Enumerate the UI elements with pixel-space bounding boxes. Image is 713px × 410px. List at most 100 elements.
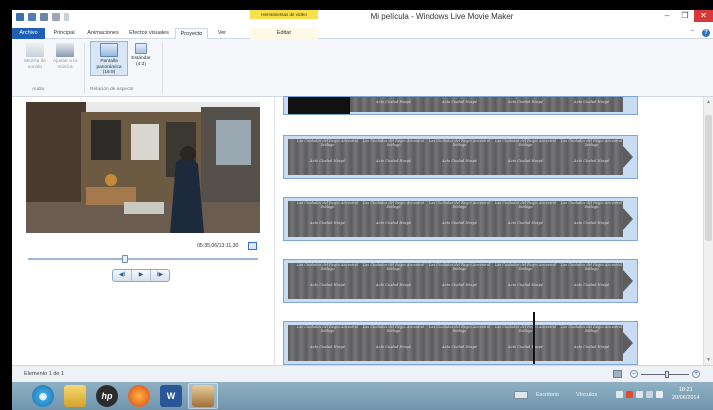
- fit-to-music-icon: [56, 43, 74, 57]
- system-tray: Escritorio Vínculos 18:21 20/06/2014: [512, 382, 713, 410]
- clip-caption: Las Ciudades del Regio Ancestral Diálogo: [560, 139, 623, 148]
- tab-archivo[interactable]: Archivo: [12, 28, 45, 39]
- hp-icon[interactable]: hp: [96, 385, 118, 407]
- clip-caption: Acto Ciudad Hospé: [573, 159, 610, 163]
- tab-ver[interactable]: Ver: [212, 28, 232, 39]
- help-icon[interactable]: ?: [702, 29, 710, 37]
- collapse-ribbon-icon[interactable]: ⌃: [690, 29, 695, 36]
- clip-caption: Las Ciudades del Regio Ancestral Diálogo: [428, 325, 491, 334]
- clip-caption: Las Ciudades del Regio Ancestral Diálogo: [296, 201, 359, 210]
- widescreen-button[interactable]: Pantalla panorámica (16:9): [91, 43, 127, 76]
- zoom-slider-thumb[interactable]: [665, 371, 670, 378]
- storyboard-view-icon[interactable]: [613, 370, 622, 378]
- tab-efectos-visuales[interactable]: Efectos visuales: [126, 28, 172, 39]
- clock-time: 18:21: [678, 387, 693, 393]
- clock-date: 20/06/2014: [672, 395, 700, 401]
- vertical-scrollbar[interactable]: ▲ ▼: [703, 97, 713, 365]
- clip-caption: Acto Ciudad Hospé: [441, 283, 478, 287]
- clip-caption: Acto Ciudad Hospé: [507, 159, 544, 163]
- ribbon-tabs: Archivo Principal Animaciones Efectos vi…: [12, 27, 713, 39]
- zoom-out-icon[interactable]: –: [630, 370, 638, 378]
- clip-caption: Acto Ciudad Hospé: [507, 283, 544, 287]
- tab-animaciones[interactable]: Animaciones: [83, 28, 123, 39]
- clip-caption: Acto Ciudad Hospé: [375, 283, 412, 287]
- clip-caption: Acto Ciudad Hospé: [573, 345, 610, 349]
- playback-controls: ◀I ▶ I▶: [112, 269, 170, 282]
- clip-caption: Las Ciudades del Regio Ancestral Diálogo: [428, 263, 491, 272]
- clip-caption: Las Ciudades del Regio Ancestral Diálogo: [494, 201, 557, 210]
- clip-caption: Las Ciudades del Regio Ancestral Diálogo: [428, 201, 491, 210]
- seek-thumb[interactable]: [121, 255, 128, 263]
- volume-icon[interactable]: [656, 391, 663, 398]
- minimize-button[interactable]: –: [658, 10, 676, 22]
- play-button[interactable]: ▶: [131, 270, 150, 281]
- next-frame-button[interactable]: I▶: [150, 270, 169, 281]
- scrollbar-thumb[interactable]: [705, 115, 712, 241]
- clip-caption: Acto Ciudad Hospé: [573, 221, 610, 225]
- clip-caption: Acto Ciudad Hospé: [375, 100, 412, 104]
- zoom-in-icon[interactable]: +: [692, 370, 700, 378]
- strip-arrow-icon: [623, 146, 633, 168]
- network-icon[interactable]: [636, 391, 643, 398]
- clip-caption: Las Ciudades del Regio Ancestral Diálogo: [428, 139, 491, 148]
- scroll-down-icon[interactable]: ▼: [706, 357, 711, 363]
- contextual-tab-group-label: Herramientas de vídeo: [250, 10, 318, 19]
- taskbar: ◉ hp W Escritorio Vínculos 18:21 20/06/2…: [12, 382, 713, 410]
- flag-icon[interactable]: [626, 391, 633, 398]
- battery-icon[interactable]: [646, 391, 653, 398]
- clip-caption: Acto Ciudad Hospé: [309, 345, 346, 349]
- maximize-button[interactable]: ❐: [676, 10, 694, 22]
- word-icon[interactable]: W: [160, 385, 182, 407]
- tray-icons: [616, 391, 663, 398]
- clip-caption: Las Ciudades del Regio Ancestral Diálogo: [362, 263, 425, 272]
- clip-caption: Acto Ciudad Hospé: [309, 283, 346, 287]
- scroll-up-icon[interactable]: ▲: [706, 99, 711, 105]
- tab-proyecto[interactable]: Proyecto: [175, 28, 208, 39]
- redo-icon[interactable]: [52, 13, 60, 21]
- clip-caption: Las Ciudades del Regio Ancestral Diálogo: [296, 325, 359, 334]
- ribbon: Mezcla de sonido Ajustar a la música Pan…: [12, 39, 713, 97]
- clip-strip[interactable]: Acto Ciudad Hospé Acto Ciudad Hospé Acto C…: [283, 96, 638, 115]
- previous-frame-button[interactable]: ◀I: [113, 270, 131, 281]
- close-button[interactable]: ✕: [694, 10, 713, 22]
- desktop-toolbar-label[interactable]: Escritorio: [536, 392, 559, 398]
- undo-icon[interactable]: [40, 13, 48, 21]
- widescreen-label: Pantalla panorámica (16:9): [96, 59, 122, 75]
- standard-aspect-button[interactable]: Estándar (4:3): [126, 43, 156, 67]
- clip-strip[interactable]: Las Ciudades del Regio Ancestral Diálogo…: [283, 135, 638, 179]
- start-icon[interactable]: ◉: [32, 385, 54, 407]
- clip-caption: Acto Ciudad Hospé: [441, 221, 478, 225]
- clip-caption: Acto Ciudad Hospé: [375, 159, 412, 163]
- playhead[interactable]: [533, 312, 535, 364]
- video-preview[interactable]: [26, 102, 260, 233]
- tray-chevron-icon[interactable]: [616, 391, 623, 398]
- clip-caption: Las Ciudades del Regio Ancestral Diálogo: [494, 325, 557, 334]
- clip-strip[interactable]: Las Ciudades del Regio Ancestral Diálogo…: [283, 197, 638, 241]
- zoom-slider[interactable]: [641, 371, 689, 378]
- tab-editar[interactable]: Editar: [250, 28, 318, 39]
- file-explorer-icon[interactable]: [64, 385, 86, 407]
- group-label-audio: Audio: [32, 87, 45, 92]
- clip-caption: Acto Ciudad Hospé: [573, 283, 610, 287]
- window-title: Mi película - Windows Live Movie Maker: [370, 12, 514, 21]
- tab-principal[interactable]: Principal: [49, 28, 79, 39]
- clip-caption: Las Ciudades del Regio Ancestral Diálogo: [362, 139, 425, 148]
- customize-toolbar-icon[interactable]: [64, 13, 69, 21]
- pane-divider[interactable]: [274, 97, 275, 365]
- clip-strip[interactable]: Las Ciudades del Regio Ancestral Diálogo…: [283, 259, 638, 303]
- audio-mix-button[interactable]: Mezcla de sonido: [20, 43, 50, 70]
- links-toolbar-label[interactable]: Vínculos: [576, 392, 597, 398]
- firefox-icon[interactable]: [128, 385, 150, 407]
- fullscreen-icon[interactable]: [248, 242, 257, 250]
- app-menu-icon[interactable]: [16, 13, 24, 21]
- keyboard-icon[interactable]: [514, 391, 528, 399]
- seek-bar[interactable]: [28, 255, 258, 263]
- clock[interactable]: 18:21 20/06/2014: [672, 386, 700, 402]
- fit-to-music-button[interactable]: Ajustar a la música: [50, 43, 80, 70]
- clip-caption: Las Ciudades del Regio Ancestral Diálogo: [296, 139, 359, 148]
- clip-caption: Acto Ciudad Hospé: [441, 345, 478, 349]
- movie-maker-icon[interactable]: [192, 385, 214, 407]
- save-icon[interactable]: [28, 13, 36, 21]
- group-label-aspect-ratio: Relación de aspecto: [90, 87, 134, 92]
- clip-strip[interactable]: Las Ciudades del Regio Ancestral Diálogo…: [283, 321, 638, 365]
